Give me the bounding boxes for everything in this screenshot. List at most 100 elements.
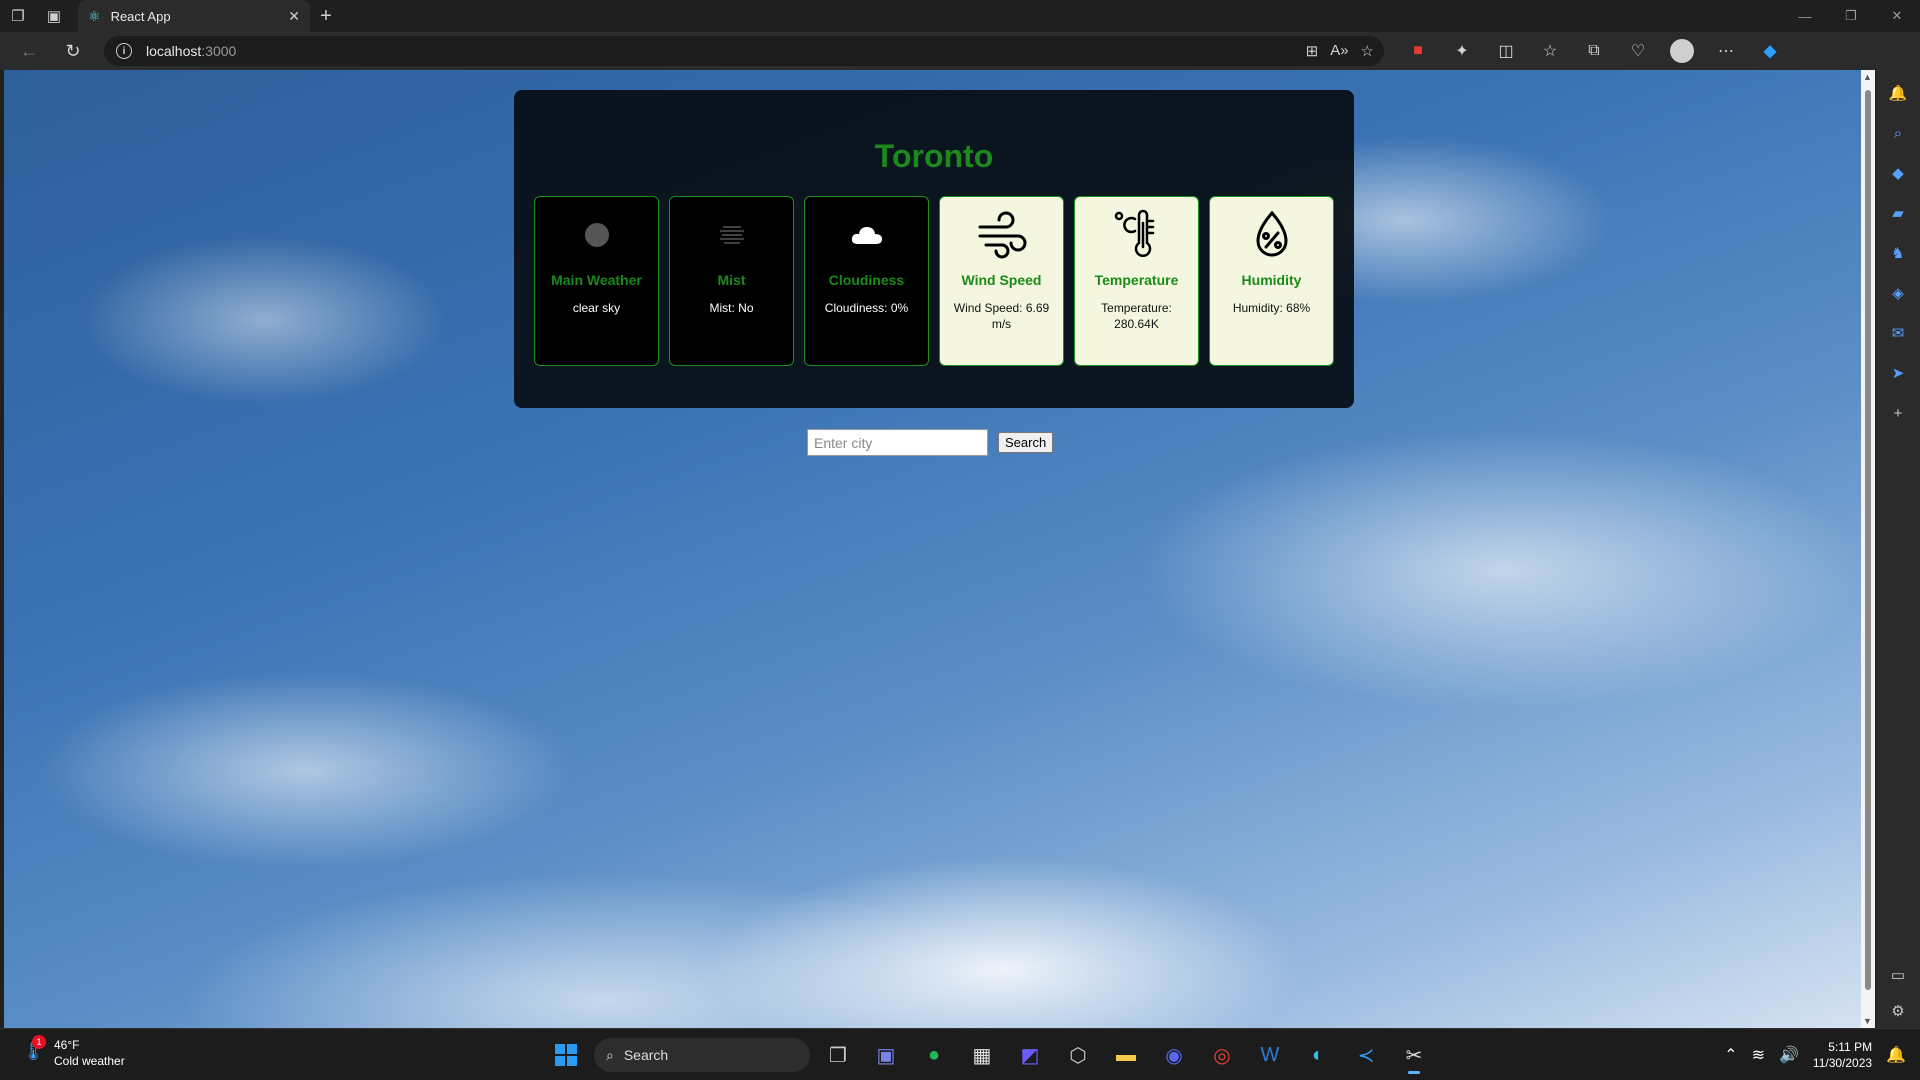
mist-icon	[706, 209, 758, 261]
outlook-icon[interactable]: ✉	[1887, 322, 1909, 344]
restore-icon[interactable]: ❐	[1828, 0, 1874, 32]
clock-time: 5:11 PM	[1828, 1040, 1873, 1054]
notification-bell-icon[interactable]: 🔔	[1887, 82, 1909, 104]
city-search-input[interactable]	[807, 429, 988, 456]
card-cloudiness: Cloudiness Cloudiness: 0%	[804, 196, 929, 366]
back-icon[interactable]: ←	[12, 36, 46, 66]
sidebar-search-icon[interactable]: ⌕	[1887, 122, 1909, 144]
scrollbar-thumb[interactable]	[1865, 90, 1871, 990]
discord-icon[interactable]: ◉	[1154, 1035, 1194, 1075]
close-tab-icon[interactable]: ✕	[288, 8, 300, 25]
split-screen-icon[interactable]: ◫	[1486, 36, 1526, 66]
clock-date: 11/30/2023	[1812, 1056, 1873, 1070]
scroll-down-icon[interactable]: ▼	[1863, 1016, 1872, 1026]
tab-bar: ❐ ▣ ⚛ React App ✕ + — ❐ ✕	[0, 0, 1920, 32]
volume-icon[interactable]: 🔊	[1779, 1045, 1799, 1065]
react-logo-icon: ⚛	[88, 7, 101, 24]
shopping-tag-icon[interactable]: ◆	[1887, 162, 1909, 184]
file-explorer-icon[interactable]: ▬	[1106, 1035, 1146, 1075]
taskbar-search[interactable]: ⌕ Search	[594, 1038, 810, 1072]
page-scrollbar[interactable]: ▲ ▼	[1861, 70, 1875, 1028]
spotify-icon[interactable]: ●	[914, 1035, 954, 1075]
card-main-weather: Main Weather clear sky	[534, 196, 659, 366]
card-mist: Mist Mist: No	[669, 196, 794, 366]
task-view-icon[interactable]: ❐	[818, 1035, 858, 1075]
system-tray: ⌃ ≋ 🔊 5:11 PM 11/30/2023 🔔	[1724, 1029, 1920, 1080]
weather-cards: Main Weather clear sky Mist Mist: No Clo…	[534, 196, 1334, 366]
snipping-tool-icon[interactable]: ✂	[1394, 1035, 1434, 1075]
card-temperature: Temperature Temperature: 280.64K	[1074, 196, 1199, 366]
favorites-icon[interactable]: ☆	[1530, 36, 1570, 66]
vscode-icon[interactable]: ≺	[1346, 1035, 1386, 1075]
tab-actions-icon[interactable]: ▣	[36, 0, 72, 32]
tab-title: React App	[110, 8, 171, 24]
thermometer-icon	[1111, 209, 1163, 261]
taskbar-apps: ⌕ Search ❐ ▣ ● ▦ ◩ ⬡ ▬ ◉ ◎ W ◐ ≺ ✂	[546, 1035, 1434, 1075]
favorite-star-icon[interactable]: ☆	[1361, 42, 1374, 60]
chevron-up-icon[interactable]: ⌃	[1724, 1045, 1737, 1065]
browser-essentials-icon[interactable]: ♡	[1618, 36, 1658, 66]
app-available-icon[interactable]: ⊞	[1306, 42, 1319, 60]
workspaces-icon[interactable]: ❐	[0, 0, 36, 32]
hide-sidebar-icon[interactable]: ▭	[1887, 964, 1909, 986]
wind-icon	[976, 209, 1028, 261]
scroll-up-icon[interactable]: ▲	[1863, 72, 1872, 82]
notification-bell-icon[interactable]: 🔔	[1886, 1045, 1906, 1065]
app-icon[interactable]: ◩	[1010, 1035, 1050, 1075]
copilot-icon[interactable]: ◆	[1750, 36, 1790, 66]
city-title: Toronto	[874, 138, 994, 174]
card-value: Cloudiness: 0%	[824, 301, 909, 315]
profile-avatar[interactable]	[1662, 36, 1702, 66]
close-window-icon[interactable]: ✕	[1874, 0, 1920, 32]
games-icon[interactable]: ♞	[1887, 242, 1909, 264]
edge-icon[interactable]: ◐	[1298, 1035, 1338, 1075]
taskbar-search-label: Search	[623, 1047, 669, 1063]
card-humidity: Humidity Humidity: 68%	[1209, 196, 1334, 366]
add-sidebar-app-icon[interactable]: +	[1887, 402, 1909, 424]
read-aloud-icon[interactable]: A»	[1330, 42, 1348, 60]
card-title: Wind Speed	[961, 272, 1042, 288]
weather-temp: 46°F	[54, 1038, 80, 1052]
card-title: Mist	[717, 272, 746, 288]
search-form: Search	[807, 429, 1054, 456]
send-icon[interactable]: ➤	[1887, 362, 1909, 384]
clock[interactable]: 5:11 PM 11/30/2023	[1813, 1039, 1872, 1071]
more-menu-icon[interactable]: ⋯	[1706, 36, 1746, 66]
card-title: Main Weather	[551, 272, 642, 288]
extensions-icon[interactable]: ✦	[1442, 36, 1482, 66]
url-text: localhost:3000	[146, 43, 237, 59]
site-info-icon[interactable]: i	[116, 43, 132, 59]
moon-circle-icon	[571, 209, 623, 261]
edge-sidebar: 🔔 ⌕ ◆ ▰ ♞ ◈ ✉ ➤ + ▭ ⚙	[1876, 70, 1920, 1028]
notification-badge: 1	[32, 1035, 46, 1049]
card-value: Temperature: 280.64K	[1101, 301, 1172, 331]
thermometer-weather-icon: 🌡 1	[22, 1035, 46, 1061]
card-title: Cloudiness	[828, 272, 905, 288]
humidity-drop-icon	[1246, 209, 1298, 261]
card-value: Wind Speed: 6.69 m/s	[953, 301, 1050, 331]
minimize-icon[interactable]: —	[1782, 0, 1828, 32]
card-title: Temperature	[1094, 272, 1179, 288]
cloud-icon	[841, 209, 893, 261]
bing-chat-icon[interactable]: ◈	[1887, 282, 1909, 304]
unity-icon[interactable]: ⬡	[1058, 1035, 1098, 1075]
weather-desc: Cold weather	[54, 1054, 125, 1068]
chrome-icon[interactable]: ◎	[1202, 1035, 1242, 1075]
word-icon[interactable]: W	[1250, 1035, 1290, 1075]
weather-widget[interactable]: 🌡 1 46°F Cold weather	[22, 1035, 125, 1069]
new-tab-button[interactable]: +	[310, 0, 342, 32]
collections-icon[interactable]: ⧉	[1574, 36, 1614, 66]
search-button[interactable]: Search	[998, 432, 1054, 453]
store-icon[interactable]: ▦	[962, 1035, 1002, 1075]
refresh-icon[interactable]: ↻	[56, 36, 90, 66]
card-value: clear sky	[572, 301, 621, 315]
card-value: Mist: No	[709, 301, 754, 315]
wifi-icon[interactable]: ≋	[1752, 1045, 1765, 1065]
tools-icon[interactable]: ▰	[1887, 202, 1909, 224]
extension-red-icon[interactable]: ■	[1398, 36, 1438, 66]
start-button[interactable]	[546, 1035, 586, 1075]
teams-chat-icon[interactable]: ▣	[866, 1035, 906, 1075]
url-field[interactable]: i localhost:3000 ⊞ A» ☆	[104, 36, 1384, 66]
settings-gear-icon[interactable]: ⚙	[1887, 1000, 1909, 1022]
browser-tab[interactable]: ⚛ React App ✕	[78, 0, 310, 32]
